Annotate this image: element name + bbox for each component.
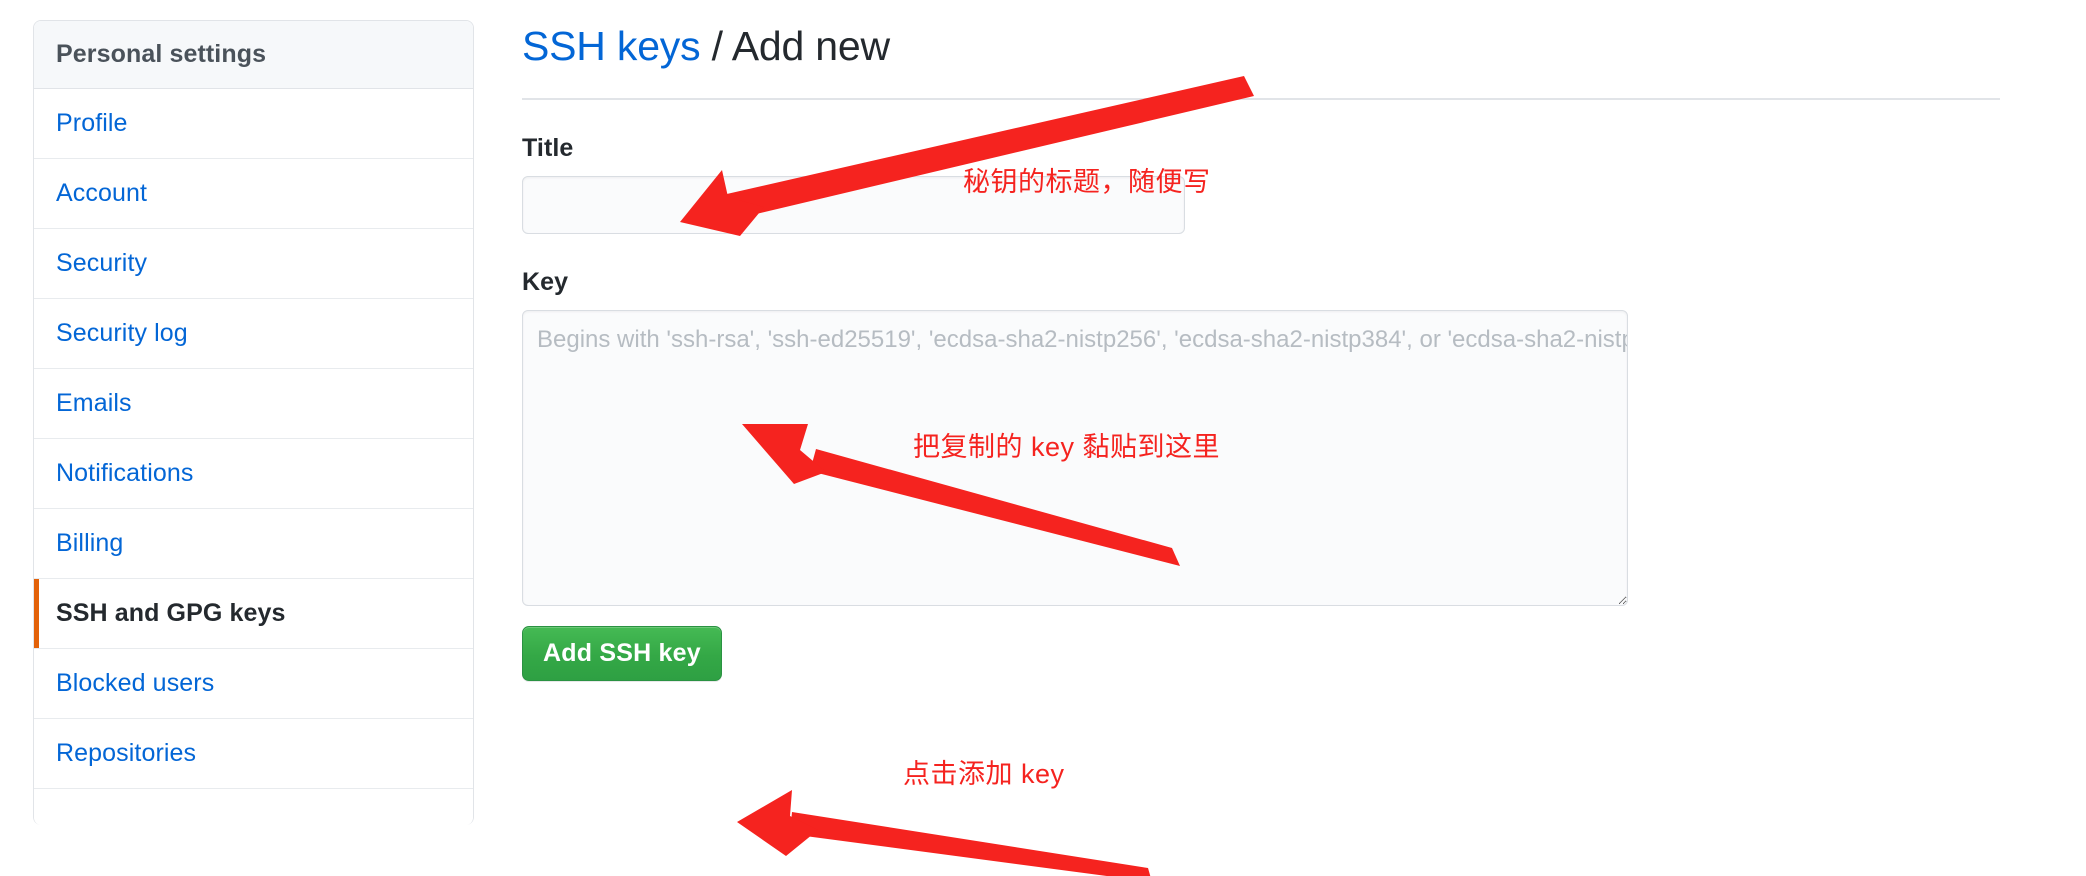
sidebar-item-billing[interactable]: Billing bbox=[34, 509, 473, 579]
sidebar-item-emails[interactable]: Emails bbox=[34, 369, 473, 439]
breadcrumb-ssh-keys-link[interactable]: SSH keys bbox=[522, 23, 701, 69]
sidebar-item-label: Security log bbox=[56, 319, 188, 347]
annotation-label-key: 把复制的 key 黏贴到这里 bbox=[913, 432, 1221, 462]
add-ssh-key-button[interactable]: Add SSH key bbox=[522, 626, 722, 682]
sidebar-item-label: Repositories bbox=[56, 739, 197, 767]
sidebar-item-security-log[interactable]: Security log bbox=[34, 299, 473, 369]
sidebar-item-notifications[interactable]: Notifications bbox=[34, 439, 473, 509]
sidebar-item-label: Blocked users bbox=[56, 669, 215, 697]
settings-sidebar: Personal settings Profile Account Securi… bbox=[33, 20, 474, 825]
sidebar-item-ssh-and-gpg-keys[interactable]: SSH and GPG keys bbox=[34, 579, 473, 649]
heading-divider bbox=[522, 98, 2000, 101]
submit-row: Add SSH key bbox=[522, 626, 2032, 682]
key-field-label: Key bbox=[522, 268, 569, 297]
sidebar-header: Personal settings bbox=[34, 21, 473, 89]
sidebar-item-label: Security bbox=[56, 249, 148, 277]
annotation-label-submit: 点击添加 key bbox=[903, 759, 1065, 789]
sidebar-item-label: Emails bbox=[56, 389, 132, 417]
main-content: SSH keys / Add new Title Key Add SSH key bbox=[522, 0, 2032, 876]
breadcrumb-current: Add new bbox=[731, 23, 890, 69]
sidebar-item-profile[interactable]: Profile bbox=[34, 89, 473, 159]
sidebar-item-label: SSH and GPG keys bbox=[56, 599, 286, 627]
sidebar-item-truncated[interactable] bbox=[34, 789, 473, 825]
title-field-label: Title bbox=[522, 134, 574, 163]
sidebar-item-blocked-users[interactable]: Blocked users bbox=[34, 649, 473, 719]
sidebar-item-label: Account bbox=[56, 179, 148, 207]
annotation-label-title: 秘钥的标题，随便写 bbox=[963, 167, 1211, 197]
sidebar-item-security[interactable]: Security bbox=[34, 229, 473, 299]
sidebar-item-label: Notifications bbox=[56, 459, 194, 487]
screenshot-root: Personal settings Profile Account Securi… bbox=[0, 0, 2086, 876]
sidebar-item-label: Profile bbox=[56, 109, 128, 137]
sidebar-item-label: Billing bbox=[56, 529, 124, 557]
page-title: SSH keys / Add new bbox=[522, 0, 2032, 71]
breadcrumb-separator: / bbox=[700, 23, 732, 69]
sidebar-item-repositories[interactable]: Repositories bbox=[34, 719, 473, 789]
sidebar-item-account[interactable]: Account bbox=[34, 159, 473, 229]
